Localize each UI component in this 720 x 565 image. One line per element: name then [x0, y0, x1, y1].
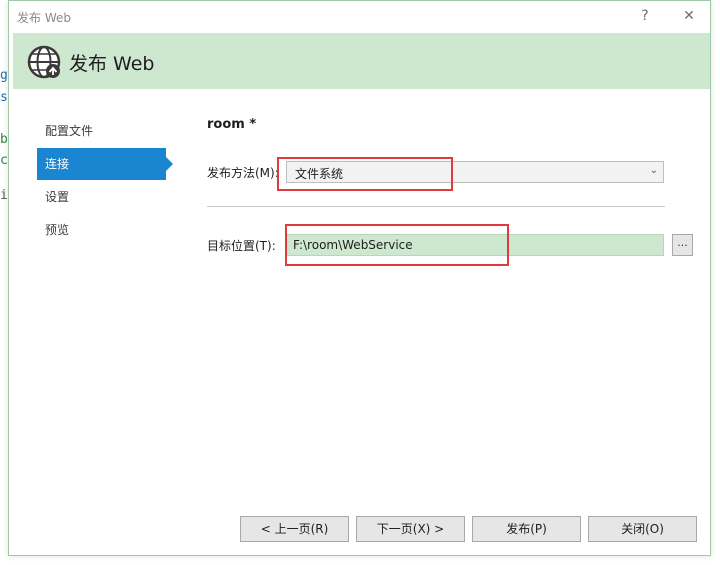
header-title: 发布 Web	[69, 53, 155, 75]
nav-item-label: 预览	[45, 223, 70, 237]
nav-item-label: 设置	[45, 190, 70, 204]
nav-item-preview[interactable]: 预览	[37, 214, 165, 246]
globe-publish-icon	[27, 45, 61, 79]
publish-method-label: 发布方法(M):	[207, 166, 279, 180]
close-window-button[interactable]: ✕	[675, 5, 703, 27]
nav-item-settings[interactable]: 设置	[37, 181, 165, 213]
prev-button[interactable]: < 上一页(R)	[240, 516, 349, 542]
bg-char: g	[0, 68, 8, 83]
title-bar[interactable]: 发布 Web ? ✕	[9, 1, 710, 33]
nav-item-profile[interactable]: 配置文件	[37, 115, 165, 147]
close-button[interactable]: 关闭(O)	[588, 516, 697, 542]
bg-char: b	[0, 132, 8, 147]
profile-name: room *	[207, 117, 257, 132]
nav-item-connection[interactable]: 连接	[37, 148, 173, 180]
section-divider	[207, 206, 665, 207]
publish-method-select[interactable]: 文件系统 ⌄	[286, 161, 664, 183]
help-button[interactable]: ?	[631, 5, 659, 27]
bg-char: c	[0, 153, 8, 168]
nav-item-label: 连接	[45, 157, 70, 171]
bg-char: s	[0, 90, 8, 105]
publish-web-dialog: 发布 Web ? ✕ 发布 Web 配置文件 连接 设置 预览 room * 发…	[8, 0, 711, 556]
nav-item-label: 配置文件	[45, 124, 94, 138]
window-title: 发布 Web	[17, 11, 71, 25]
dialog-header: 发布 Web	[13, 33, 710, 89]
next-button[interactable]: 下一页(X) >	[356, 516, 465, 542]
wizard-nav: 配置文件 连接 设置 预览	[37, 115, 177, 247]
chevron-down-icon: ⌄	[649, 165, 658, 176]
bg-char: i	[0, 188, 8, 203]
publish-method-value: 文件系统	[295, 167, 344, 181]
target-location-label: 目标位置(T):	[207, 239, 276, 253]
publish-button[interactable]: 发布(P)	[472, 516, 581, 542]
browse-button[interactable]: ...	[672, 234, 693, 256]
target-location-input[interactable]	[286, 234, 664, 256]
